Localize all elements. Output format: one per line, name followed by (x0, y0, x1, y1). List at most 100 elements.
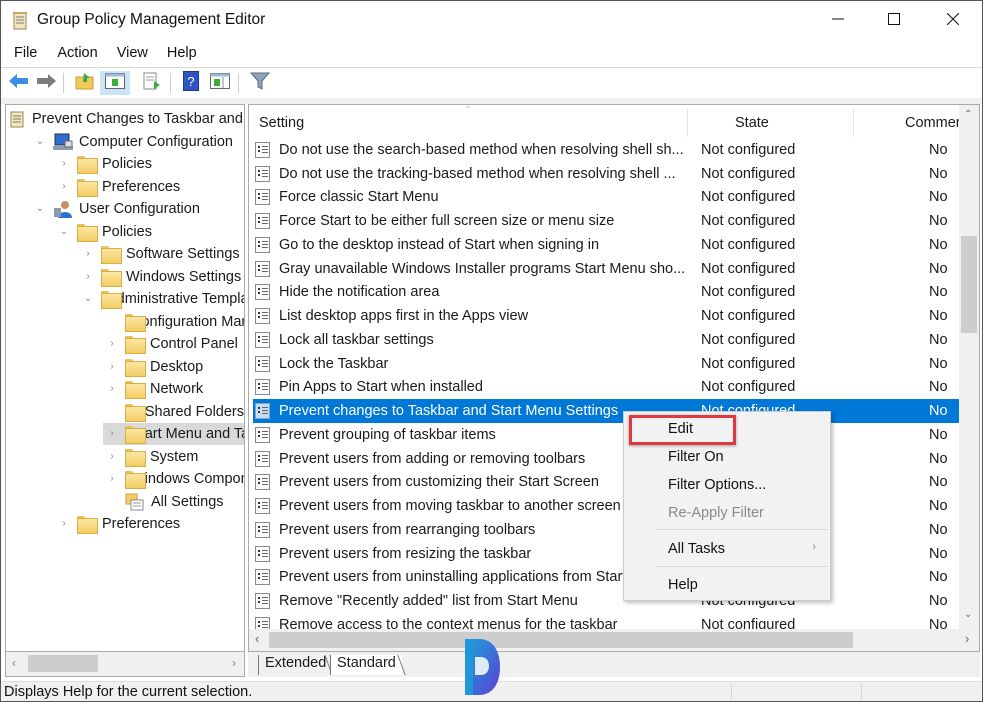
setting-comment: No (929, 426, 948, 443)
chevron-right-icon[interactable]: › (59, 181, 69, 192)
close-button[interactable] (924, 1, 982, 41)
setting-row[interactable]: Lock all taskbar settings Not configured N… (253, 328, 959, 352)
setting-row[interactable]: Prevent users from rearranging toolbars N… (253, 518, 959, 542)
tree-node-label: User Configuration (79, 201, 200, 217)
tree-node[interactable]: › Preferences (55, 513, 244, 535)
chevron-down-icon[interactable]: ⌄ (83, 294, 93, 304)
scrollbar-thumb[interactable] (269, 632, 853, 648)
tab-standard[interactable]: Standard (330, 655, 402, 675)
tree-node[interactable]: ⌄ Policies (55, 221, 244, 243)
setting-row[interactable]: Prevent users from customizing their Sta… (253, 471, 959, 495)
tree-node[interactable]: All Settings (103, 491, 244, 513)
setting-row[interactable]: Prevent users from resizing the taskbar N… (253, 542, 959, 566)
context-item-filter-options[interactable]: Filter Options... (624, 472, 830, 498)
scroll-left-icon[interactable]: ‹ (255, 631, 259, 646)
chevron-right-icon[interactable]: › (107, 451, 117, 462)
tree-node[interactable]: ⌄ Computer Configuration (31, 131, 244, 153)
column-header-setting[interactable]: Setting (259, 115, 304, 131)
column-header-state[interactable]: State (735, 115, 769, 131)
tree-node[interactable]: Prevent Changes to Taskbar and Start Men… (8, 108, 244, 130)
column-header-comment[interactable]: Commer (905, 115, 961, 131)
scroll-right-icon[interactable]: › (965, 631, 969, 646)
tree-node[interactable]: › Windows Components (103, 468, 244, 490)
forward-button[interactable] (34, 71, 58, 95)
chevron-right-icon[interactable]: › (59, 519, 69, 529)
chevron-right-icon[interactable]: › (107, 339, 117, 349)
minimize-button[interactable] (809, 1, 867, 41)
tree-node[interactable]: › System (103, 446, 244, 468)
chevron-right-icon[interactable]: › (83, 271, 93, 282)
chevron-down-icon[interactable]: ⌄ (35, 204, 45, 214)
context-item-filter-on[interactable]: Filter On (624, 444, 830, 470)
setting-row[interactable]: List desktop apps first in the Apps view… (253, 304, 959, 328)
help-button[interactable]: ? (179, 71, 203, 95)
scrollbar-thumb[interactable] (28, 655, 98, 672)
filter-button[interactable] (248, 71, 272, 95)
scroll-left-icon[interactable]: ‹ (12, 656, 16, 670)
setting-comment: No (929, 498, 948, 515)
list-vertical-scrollbar[interactable]: ⌃ ⌄ (959, 105, 979, 629)
chevron-down-icon[interactable]: ⌄ (59, 226, 69, 237)
scrollbar-thumb[interactable] (961, 236, 977, 333)
menu-help[interactable]: Help (167, 43, 197, 67)
export-list-icon (143, 72, 163, 94)
menu-file[interactable]: File (14, 43, 37, 67)
policy-setting-icon (255, 593, 270, 610)
chevron-right-icon[interactable]: › (107, 474, 117, 484)
chevron-right-icon[interactable]: › (107, 361, 117, 372)
setting-row[interactable]: Prevent users from uninstalling applicat… (253, 566, 959, 590)
scroll-right-icon[interactable]: › (232, 656, 236, 670)
tree-node[interactable]: Configuration Management (103, 311, 244, 333)
menu-action[interactable]: Action (57, 43, 97, 67)
chevron-right-icon[interactable]: › (107, 384, 117, 394)
setting-comment: No (929, 308, 948, 325)
list-horizontal-scrollbar[interactable]: ‹ › (249, 629, 979, 651)
tree-node[interactable]: ⌄ Administrative Templates (79, 288, 244, 310)
setting-row[interactable]: Pin Apps to Start when installed Not conf… (253, 376, 959, 400)
tab-extended[interactable]: Extended (258, 655, 332, 675)
tree-node[interactable]: Shared Folders (103, 401, 244, 423)
show-hide-action-pane-button[interactable] (208, 71, 232, 95)
context-item-help[interactable]: Help (624, 572, 830, 598)
up-one-level-button[interactable] (73, 71, 97, 95)
console-tree[interactable]: Prevent Changes to Taskbar and Start Men… (5, 104, 245, 652)
setting-row[interactable]: Remove "Recently added" list from Start … (253, 589, 959, 613)
setting-row[interactable]: Prevent users from adding or removing to… (253, 447, 959, 471)
tree-horizontal-scrollbar[interactable]: ‹ › (5, 652, 245, 677)
setting-row[interactable]: Gray unavailable Windows Installer progr… (253, 257, 959, 281)
tree-node[interactable]: › Start Menu and Taskbar (103, 423, 244, 445)
menu-view[interactable]: View (117, 43, 148, 67)
chevron-down-icon[interactable]: ⌄ (35, 136, 45, 147)
scroll-up-icon[interactable]: ⌃ (964, 109, 972, 120)
chevron-right-icon[interactable]: › (83, 249, 93, 259)
tree-node[interactable]: › Policies (55, 153, 244, 175)
back-button[interactable] (7, 71, 31, 95)
chevron-right-icon[interactable]: › (107, 429, 117, 439)
setting-row[interactable]: Do not use the tracking-based method whe… (253, 162, 959, 186)
setting-row[interactable]: Prevent changes to Taskbar and Start Men… (253, 399, 959, 423)
tree-node[interactable]: › Software Settings (79, 243, 244, 265)
tree-node[interactable]: › Control Panel (103, 333, 244, 355)
setting-row[interactable]: Do not use the search-based method when … (253, 138, 959, 162)
setting-comment: No (929, 260, 948, 277)
setting-row[interactable]: Force classic Start Menu Not configured No (253, 186, 959, 210)
tree-node[interactable]: › Preferences (55, 176, 244, 198)
chevron-right-icon[interactable]: › (59, 159, 69, 169)
setting-row[interactable]: Hide the notification area Not configured… (253, 281, 959, 305)
setting-row[interactable]: Force Start to be either full screen siz… (253, 209, 959, 233)
setting-row[interactable]: Prevent grouping of taskbar itemsNot con… (253, 423, 959, 447)
tree-node[interactable]: › Network (103, 378, 244, 400)
export-list-button[interactable] (141, 71, 165, 95)
setting-row[interactable]: Prevent users from moving taskbar to ano… (253, 494, 959, 518)
tree-node[interactable]: › Windows Settings (79, 266, 244, 288)
setting-row[interactable]: Lock the Taskbar Not configured No (253, 352, 959, 376)
setting-row[interactable]: Go to the desktop instead of Start when … (253, 233, 959, 257)
tree-node[interactable]: › Desktop (103, 356, 244, 378)
column-divider[interactable] (853, 109, 854, 137)
column-divider[interactable] (687, 109, 688, 137)
context-item-all-tasks[interactable]: All Tasks › (624, 536, 830, 562)
show-hide-console-tree-button[interactable] (100, 71, 130, 95)
tree-node[interactable]: ⌄ User Configuration (31, 198, 244, 220)
scroll-down-icon[interactable]: ⌄ (964, 609, 972, 620)
maximize-button[interactable] (865, 1, 923, 41)
